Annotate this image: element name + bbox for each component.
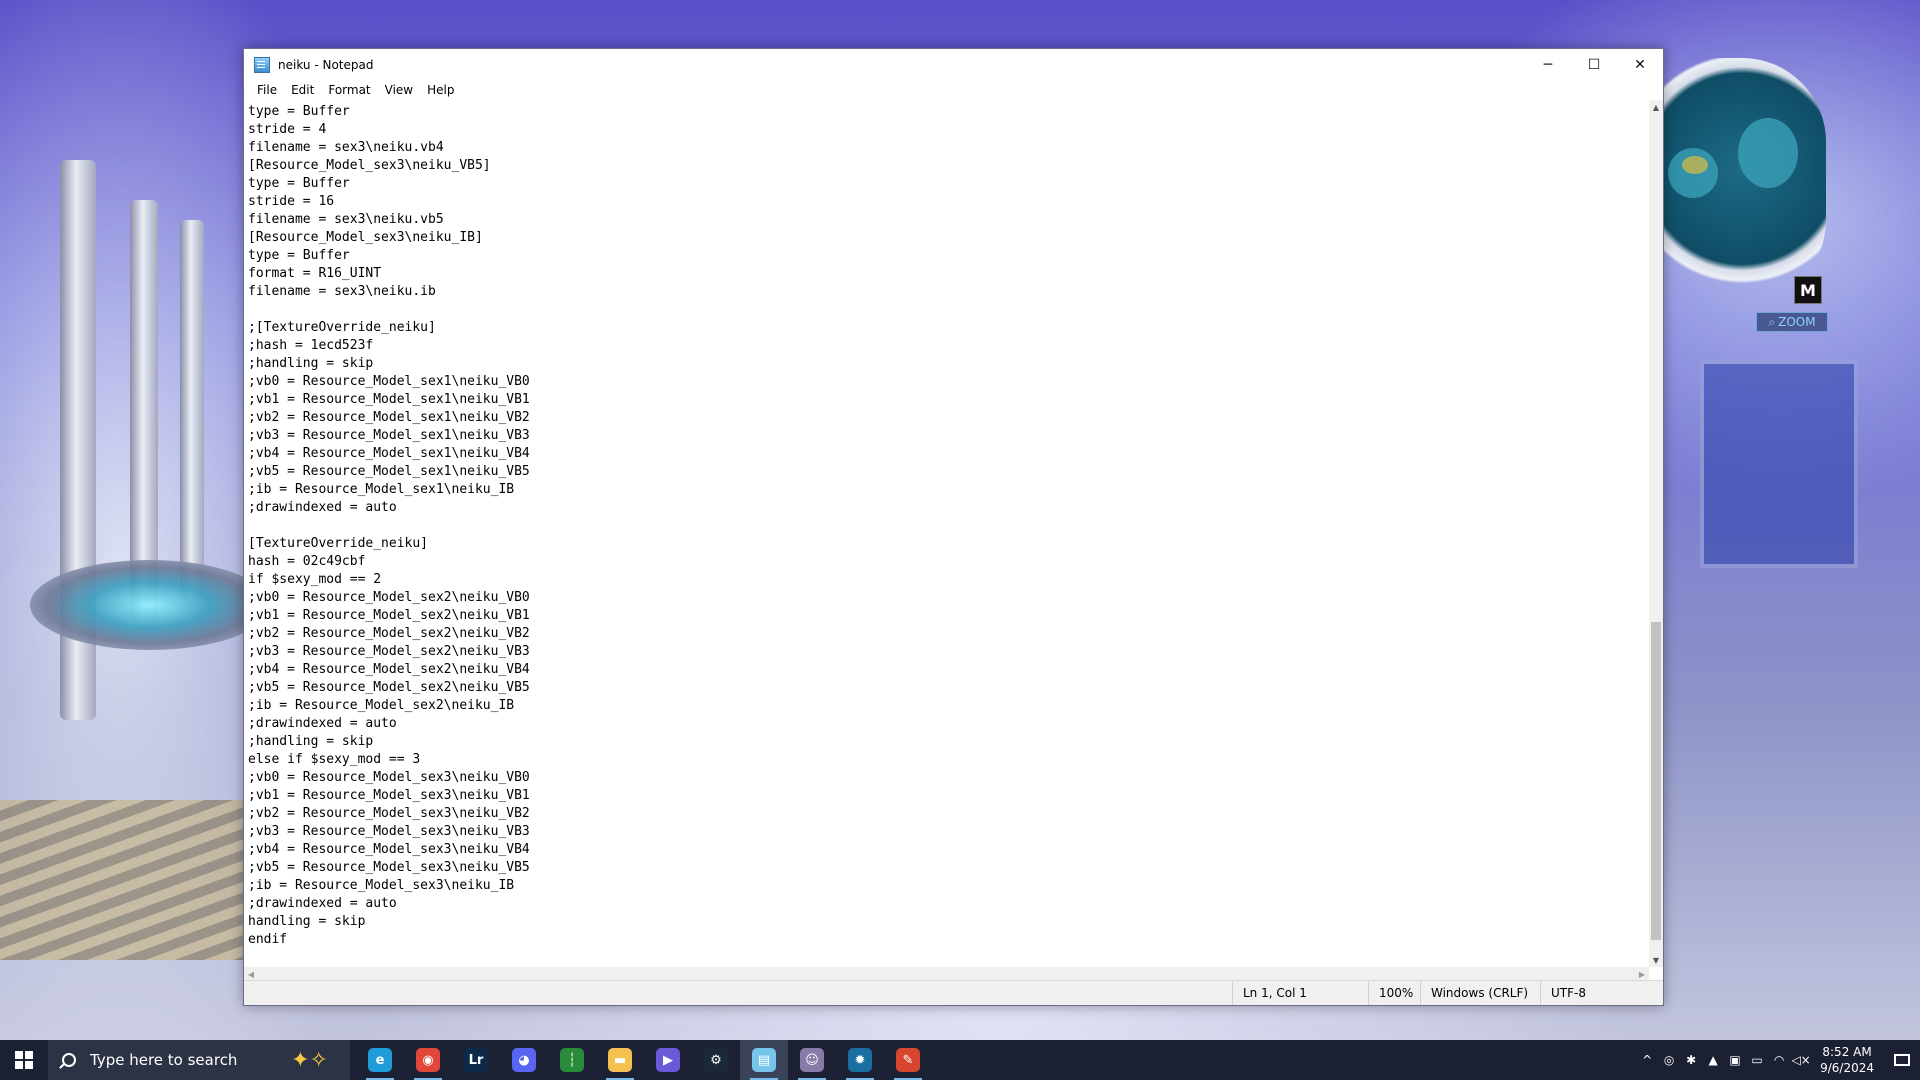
background-window: [1700, 360, 1858, 568]
status-position: Ln 1, Col 1: [1232, 981, 1368, 1005]
scroll-left-arrow-icon[interactable]: ◀: [244, 967, 258, 981]
volume-muted-icon[interactable]: ◁×: [1790, 1053, 1812, 1067]
traffic-light-icon: ┆: [560, 1048, 584, 1072]
tray-icons: ^ ◎ ✱ ▲ ▣ ▭ ◠ ◁×: [1636, 1053, 1812, 1067]
game-minimap[interactable]: M ⌕ ZOOM: [1658, 58, 1828, 332]
scroll-right-arrow-icon[interactable]: ▶: [1635, 967, 1649, 981]
taskbar-app-file-explorer[interactable]: ▬: [596, 1040, 644, 1080]
status-line-ending: Windows (CRLF): [1420, 981, 1541, 1005]
background-pillar: [130, 200, 158, 620]
minimap-zoom-label: ZOOM: [1778, 315, 1816, 329]
clock-time: 8:52 AM: [1822, 1045, 1872, 1059]
clock[interactable]: 8:52 AM 9/6/2024: [1820, 1044, 1874, 1076]
edge-icon: e: [368, 1048, 392, 1072]
minimize-button[interactable]: ─: [1525, 49, 1571, 80]
taskbar-app-video-editor[interactable]: ▶: [644, 1040, 692, 1080]
editor-text[interactable]: type = Buffer stride = 4 filename = sex3…: [244, 100, 1649, 949]
steam-icon: ⚙: [704, 1048, 728, 1072]
taskbar-app-edge[interactable]: e: [356, 1040, 404, 1080]
close-button[interactable]: ✕: [1617, 49, 1663, 80]
menu-view[interactable]: View: [378, 83, 420, 97]
antivirus-icon[interactable]: ◎: [1658, 1053, 1680, 1067]
clock-date: 9/6/2024: [1820, 1061, 1874, 1075]
notepad-icon: ▤: [752, 1048, 776, 1072]
notepad-window[interactable]: neiku - Notepad ─ ☐ ✕ File Edit Format View…: [243, 48, 1664, 1006]
status-encoding: UTF-8: [1540, 981, 1651, 1005]
scroll-up-arrow-icon[interactable]: ▲: [1649, 100, 1663, 114]
minimap-zoom-button[interactable]: ⌕ ZOOM: [1756, 312, 1828, 332]
taskbar-app-traffic-light[interactable]: ┆: [548, 1040, 596, 1080]
system-tray: ^ ◎ ✱ ▲ ▣ ▭ ◠ ◁× 8:52 AM 9/6/2024: [1636, 1040, 1920, 1080]
taskbar-app-paint-tool[interactable]: ✎: [884, 1040, 932, 1080]
scroll-down-arrow-icon[interactable]: ▼: [1649, 953, 1663, 967]
lightroom-icon: Lr: [464, 1048, 488, 1072]
vertical-scrollbar[interactable]: ▲ ▼: [1649, 100, 1663, 967]
file-explorer-icon: ▬: [608, 1048, 632, 1072]
meet-now-icon[interactable]: ▣: [1724, 1053, 1746, 1067]
chrome-icon: ◉: [416, 1048, 440, 1072]
video-editor-icon: ▶: [656, 1048, 680, 1072]
gear-app-icon: ✹: [848, 1048, 872, 1072]
paint-tool-icon: ✎: [896, 1048, 920, 1072]
discord-icon: ◕: [512, 1048, 536, 1072]
taskbar-app-lightroom[interactable]: Lr: [452, 1040, 500, 1080]
background-pillar: [180, 220, 204, 600]
minimap-marker: [1682, 156, 1708, 174]
bluetooth-icon[interactable]: ✱: [1680, 1053, 1702, 1067]
taskbar-app-discord[interactable]: ◕: [500, 1040, 548, 1080]
battery-icon[interactable]: ▭: [1746, 1053, 1768, 1067]
menu-file[interactable]: File: [250, 83, 284, 97]
menu-edit[interactable]: Edit: [284, 83, 321, 97]
status-bar: Ln 1, Col 1 100% Windows (CRLF) UTF-8: [244, 980, 1663, 1005]
taskbar-app-game[interactable]: ☺: [788, 1040, 836, 1080]
wifi-icon[interactable]: ◠: [1768, 1053, 1790, 1067]
scrollbar-thumb[interactable]: [1651, 622, 1661, 940]
menu-bar: File Edit Format View Help: [244, 80, 1663, 100]
minimap-area: [1738, 118, 1798, 188]
map-hotkey-badge[interactable]: M: [1794, 276, 1822, 304]
pinned-apps: e ◉ Lr ◕ ┆ ▬ ▶ ⚙ ▤ ☺ ✹ ✎: [356, 1040, 932, 1080]
background-platform: [30, 560, 270, 650]
title-bar[interactable]: neiku - Notepad ─ ☐ ✕: [244, 49, 1663, 80]
notification-center-icon[interactable]: [1884, 1040, 1920, 1080]
menu-help[interactable]: Help: [420, 83, 461, 97]
menu-format[interactable]: Format: [321, 83, 377, 97]
background-rail: [0, 800, 250, 960]
text-editor[interactable]: type = Buffer stride = 4 filename = sex3…: [244, 100, 1649, 967]
windows-logo-icon: [15, 1051, 33, 1069]
horizontal-scrollbar[interactable]: ◀ ▶: [244, 967, 1649, 981]
notepad-icon: [254, 56, 270, 73]
game-icon: ☺: [800, 1048, 824, 1072]
taskbar-search-box[interactable]: Type here to search ✦✧: [48, 1040, 350, 1080]
window-title: neiku - Notepad: [278, 57, 374, 72]
search-icon: [62, 1053, 76, 1067]
start-button[interactable]: [0, 1040, 48, 1080]
search-highlight-icon[interactable]: ✦✧: [291, 1048, 328, 1073]
search-placeholder: Type here to search: [90, 1051, 238, 1069]
window-controls: ─ ☐ ✕: [1525, 49, 1663, 80]
taskbar-app-gear-app[interactable]: ✹: [836, 1040, 884, 1080]
taskbar: Type here to search ✦✧ e ◉ Lr ◕ ┆ ▬ ▶ ⚙ ▤ ☺ ✹ ✎: [0, 1040, 1920, 1080]
taskbar-app-chrome[interactable]: ◉: [404, 1040, 452, 1080]
show-hidden-icons-icon[interactable]: ^: [1636, 1053, 1658, 1067]
taskbar-app-notepad[interactable]: ▤: [740, 1040, 788, 1080]
status-zoom: 100%: [1368, 981, 1419, 1005]
maximize-button[interactable]: ☐: [1571, 49, 1617, 80]
magnifier-icon: ⌕: [1768, 314, 1776, 329]
taskbar-app-steam[interactable]: ⚙: [692, 1040, 740, 1080]
onedrive-icon[interactable]: ▲: [1702, 1053, 1724, 1067]
